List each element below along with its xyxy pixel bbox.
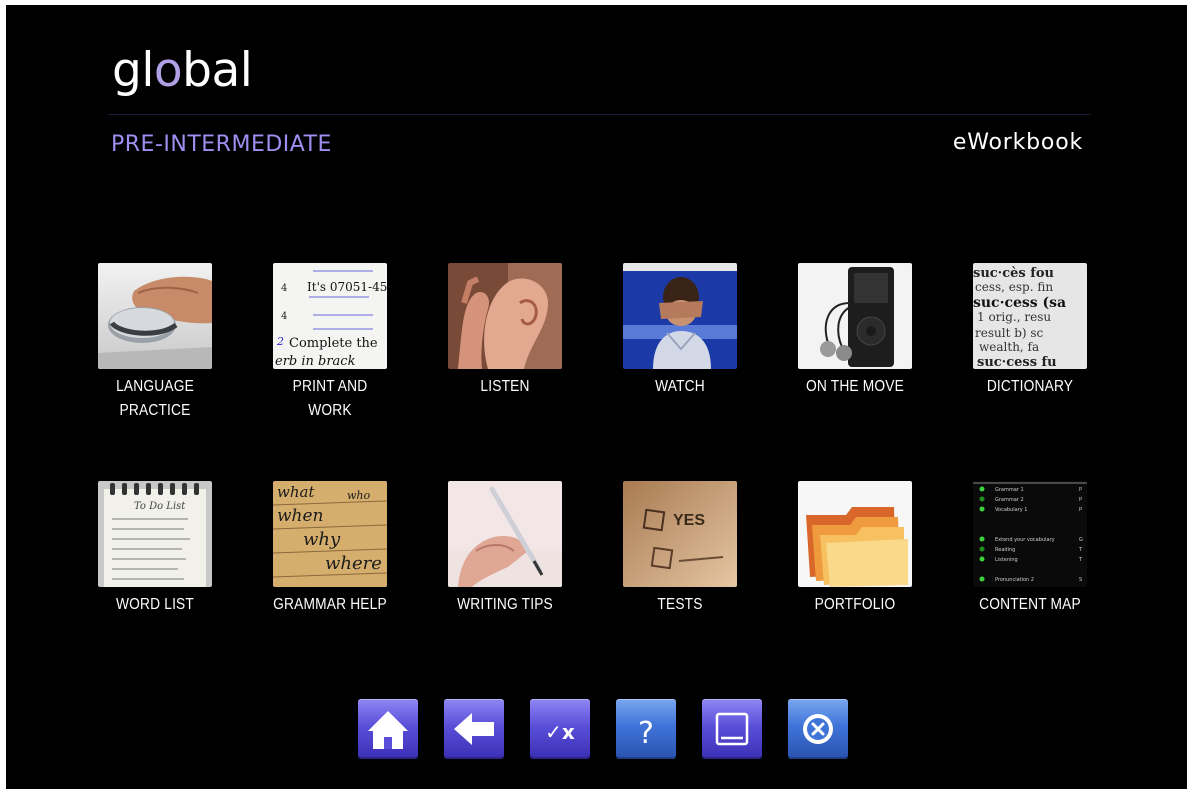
ear-listening-photo	[448, 263, 562, 369]
svg-text:P: P	[1079, 487, 1082, 493]
svg-text:?: ?	[638, 716, 654, 751]
hand-writing-pen-photo	[448, 481, 562, 587]
svg-text:4: 4	[281, 311, 287, 322]
menu-tile-label: WRITING TIPS	[457, 596, 553, 613]
thumb-text: erb in brack	[275, 354, 356, 369]
logo-text-prefix: gl	[112, 43, 154, 98]
menu-tile-listen[interactable]: LISTEN	[435, 263, 575, 399]
minimize-button[interactable]	[702, 699, 762, 759]
menu-tile-label: ON THE MOVE	[806, 378, 904, 395]
menu-tile-word-list[interactable]: To Do List WORD LIST	[85, 481, 225, 617]
svg-text:P: P	[1079, 507, 1082, 513]
thumb-text: Listening	[995, 557, 1018, 563]
svg-text:4: 4	[281, 283, 287, 294]
menu-tile-grammar-help[interactable]: what when why where who GRAMMAR HELP	[260, 481, 400, 617]
mp3-player-photo	[798, 263, 912, 369]
menu-tile-label: PORTFOLIO	[814, 596, 896, 613]
home-button[interactable]	[358, 699, 418, 759]
check-answers-button[interactable]: ✓x	[530, 699, 590, 759]
menu-tile-label: LANGUAGE PRACTICE	[116, 378, 194, 419]
thumb-text: when	[277, 506, 324, 526]
thumb-text: cess, esp. fin	[975, 280, 1053, 294]
mouse-hand-photo	[98, 263, 212, 369]
menu-tile-label: TESTS	[657, 596, 703, 613]
thumb-text: It's 07051-45	[307, 280, 387, 294]
svg-text:G: G	[1079, 537, 1083, 543]
thumb-text: Pronunciation 2	[995, 577, 1034, 583]
logo-text-accent: o	[153, 43, 183, 98]
menu-tile-label: CONTENT MAP	[979, 596, 1081, 613]
thumb-text: suc·cess (sa	[973, 295, 1066, 311]
header-divider	[108, 114, 1091, 115]
folders-photo	[798, 481, 912, 587]
question-mark-icon: ?	[638, 716, 654, 751]
thumb-text: where	[325, 553, 382, 574]
thumb-text: Vocabulary 1	[995, 507, 1028, 513]
menu-tile-portfolio[interactable]: PORTFOLIO	[785, 481, 925, 617]
menu-tile-dictionary[interactable]: suc·cès fou cess, esp. fin suc·cess (sa …	[960, 263, 1100, 399]
logo-text-suffix: bal	[182, 43, 253, 98]
menu-tile-label: WORD LIST	[115, 596, 194, 613]
menu-tile-writing-tips[interactable]: WRITING TIPS	[435, 481, 575, 617]
svg-text:2: 2	[276, 335, 284, 348]
content-map-list-image: Grammar 1 P Grammar 2 P Vocabulary 1 P Exte…	[973, 481, 1087, 587]
menu-tile-label: WATCH	[655, 378, 705, 395]
question-words-photo: what when why where who	[273, 481, 387, 587]
thumb-text: 1 orig., resu	[977, 310, 1051, 324]
back-arrow-icon	[454, 713, 494, 745]
home-icon	[368, 711, 408, 749]
minimize-window-icon	[715, 712, 749, 746]
help-button[interactable]: ?	[616, 699, 676, 759]
thumb-text: Grammar 2	[995, 497, 1024, 503]
thumb-text: Complete the	[289, 336, 378, 351]
svg-text:P: P	[1079, 497, 1082, 503]
dictionary-page-photo: suc·cès fou cess, esp. fin suc·cess (sa …	[973, 263, 1087, 369]
thumb-text: To Do List	[134, 501, 186, 512]
menu-tile-watch[interactable]: WATCH	[610, 263, 750, 399]
product-title: eWorkbook	[952, 130, 1083, 155]
thumb-text: result b) sc	[975, 326, 1044, 340]
menu-tile-language-practice[interactable]: LANGUAGE PRACTICE	[85, 263, 225, 423]
thumb-text: who	[347, 489, 371, 502]
printed-worksheet-photo: 4 4 It's 07051-45 2 Complete the erb in …	[273, 263, 387, 369]
to-do-list-notepad-photo: To Do List	[98, 481, 212, 587]
menu-tile-label: GRAMMAR HELP	[273, 596, 387, 613]
close-button[interactable]	[788, 699, 848, 759]
thumb-text: what	[277, 483, 315, 501]
svg-text:S: S	[1079, 577, 1082, 583]
thumb-text: Grammar 1	[995, 487, 1024, 493]
menu-tile-label: LISTEN	[480, 378, 530, 395]
yes-no-checkbox-photo: YES	[623, 481, 737, 587]
app-screen: global PRE-INTERMEDIATE eWorkbook LANGUA…	[6, 5, 1187, 789]
person-watching-screen-photo	[623, 263, 737, 369]
menu-tile-on-the-move[interactable]: ON THE MOVE	[785, 263, 925, 399]
thumb-text: Reading	[995, 547, 1015, 553]
level-title: PRE-INTERMEDIATE	[111, 132, 332, 157]
global-logo: global	[112, 43, 253, 98]
menu-tile-label: PRINT AND WORK	[292, 378, 368, 419]
menu-tile-tests[interactable]: YES TESTS	[610, 481, 750, 617]
back-button[interactable]	[444, 699, 504, 759]
check-cross-icon: ✓x	[545, 720, 575, 744]
svg-text:✓x: ✓x	[545, 720, 575, 744]
close-circle-icon	[803, 714, 833, 744]
thumb-text: Extend your vocabulary	[995, 537, 1055, 543]
thumb-text: suc·cès fou	[973, 266, 1054, 281]
thumb-text: suc·cess fu	[977, 355, 1057, 369]
menu-tile-content-map[interactable]: Grammar 1 P Grammar 2 P Vocabulary 1 P Exte…	[960, 481, 1100, 617]
menu-tile-label: DICTIONARY	[986, 378, 1074, 395]
thumb-text: wealth, fa	[979, 340, 1039, 354]
menu-tile-print-and-work[interactable]: 4 4 It's 07051-45 2 Complete the erb in …	[260, 263, 400, 423]
thumb-text: YES	[673, 512, 705, 529]
thumb-text: why	[303, 529, 341, 550]
